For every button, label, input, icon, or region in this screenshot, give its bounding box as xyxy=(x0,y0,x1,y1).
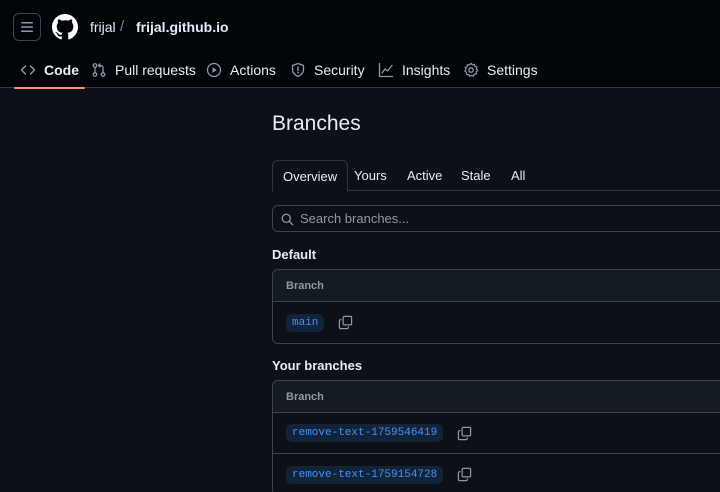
copy-icon xyxy=(338,315,353,330)
menu-button[interactable] xyxy=(13,13,41,41)
gear-icon xyxy=(464,62,479,78)
app-header: frijal / frijal.github.io Code Pull requ… xyxy=(0,0,720,89)
graph-icon xyxy=(378,62,394,78)
branch-filter-tabs: Overview Yours Active Stale All xyxy=(272,160,720,192)
table-column-header: Branch xyxy=(273,270,720,302)
copy-button[interactable] xyxy=(456,467,472,483)
tab-security[interactable]: Security xyxy=(290,52,365,88)
default-branches-table: Branch main xyxy=(272,269,720,344)
table-column-header: Branch xyxy=(273,381,720,413)
tab-actions[interactable]: Actions xyxy=(206,52,276,88)
tab-insights-label: Insights xyxy=(402,62,451,78)
tab-actions-label: Actions xyxy=(230,62,276,78)
table-row: remove-text-1759546419 xyxy=(273,413,720,454)
table-row: remove-text-1759154728 xyxy=(273,454,720,492)
hamburger-icon xyxy=(21,22,33,32)
your-branches-section-heading: Your branches xyxy=(272,358,363,373)
your-branches-table: Branch remove-text-1759546419 remove-tex… xyxy=(272,380,720,492)
subtab-active[interactable]: Active xyxy=(407,160,442,191)
default-section-heading: Default xyxy=(272,247,317,262)
tab-settings-label: Settings xyxy=(487,62,538,78)
tab-code-label: Code xyxy=(44,62,79,78)
table-row: main xyxy=(273,302,720,343)
copy-button[interactable] xyxy=(456,425,472,441)
tab-code[interactable]: Code xyxy=(14,52,85,89)
search-icon xyxy=(281,213,294,226)
subtab-stale[interactable]: Stale xyxy=(461,160,491,191)
breadcrumb-owner-link[interactable]: frijal xyxy=(90,19,116,35)
search-box[interactable] xyxy=(272,205,720,232)
subtab-yours[interactable]: Yours xyxy=(354,160,387,191)
subtab-overview[interactable]: Overview xyxy=(272,160,349,192)
tab-settings[interactable]: Settings xyxy=(463,52,538,88)
branch-link[interactable]: main xyxy=(286,313,325,332)
tab-pull-requests-label: Pull requests xyxy=(115,62,196,78)
copy-icon xyxy=(457,426,471,440)
code-icon xyxy=(20,65,36,75)
tab-pull-requests[interactable]: Pull requests xyxy=(91,52,196,88)
copy-icon xyxy=(457,467,471,482)
tab-insights[interactable]: Insights xyxy=(378,52,450,88)
subtab-all[interactable]: All xyxy=(511,160,525,191)
page-title: Branches xyxy=(272,112,361,135)
github-logo-icon[interactable] xyxy=(52,14,78,40)
breadcrumb-repo-link[interactable]: frijal.github.io xyxy=(136,19,229,35)
play-icon xyxy=(206,62,222,78)
branch-link[interactable]: remove-text-1759154728 xyxy=(286,465,444,484)
repo-nav: Code Pull requests Actions Security Insi… xyxy=(0,52,720,89)
search-input[interactable] xyxy=(300,206,720,231)
git-pull-request-icon xyxy=(92,63,106,77)
tab-security-label: Security xyxy=(314,62,365,78)
shield-icon xyxy=(291,62,305,78)
copy-button[interactable] xyxy=(337,315,353,331)
breadcrumb-separator: / xyxy=(120,18,125,35)
branch-link[interactable]: remove-text-1759546419 xyxy=(286,424,444,442)
